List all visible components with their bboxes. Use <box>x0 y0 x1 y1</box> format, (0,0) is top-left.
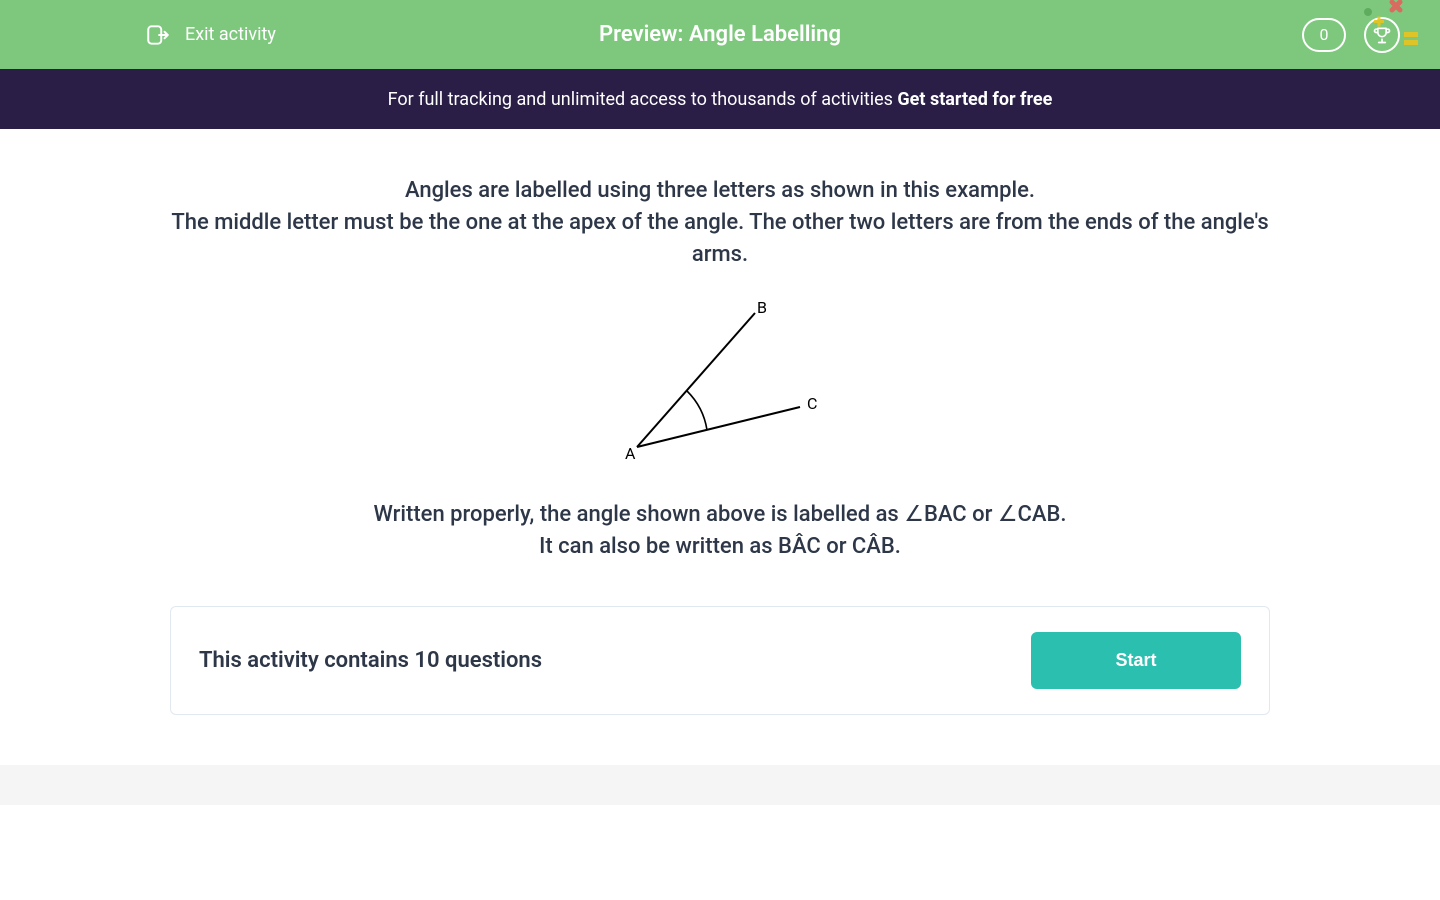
vertex-c-label: C <box>807 394 817 413</box>
vertex-a-label: A <box>625 444 636 463</box>
page-title: Preview: Angle Labelling <box>599 22 841 47</box>
intro-text: Angles are labelled using three letters … <box>170 175 1270 271</box>
exit-activity-button[interactable]: Exit activity <box>145 22 276 48</box>
promo-banner[interactable]: For full tracking and unlimited access t… <box>0 69 1440 129</box>
start-card: This activity contains 10 questions Star… <box>170 606 1270 715</box>
exit-activity-label: Exit activity <box>185 24 276 45</box>
footer-spacer <box>0 765 1440 805</box>
vertex-b-label: B <box>757 299 767 317</box>
explanation-text: Written properly, the angle shown above … <box>170 499 1270 563</box>
intro-line-1: Angles are labelled using three letters … <box>170 175 1270 207</box>
main-content: Angles are labelled using three letters … <box>170 129 1270 715</box>
question-count-label: This activity contains 10 questions <box>199 648 542 673</box>
intro-line-2: The middle letter must be the one at the… <box>170 207 1270 271</box>
promo-banner-text: For full tracking and unlimited access t… <box>388 89 893 110</box>
exit-icon <box>145 22 171 48</box>
score-badge: 0 <box>1302 18 1346 52</box>
angle-figure: A B C <box>170 299 1270 469</box>
angle-diagram: A B C <box>615 299 825 469</box>
decorative-shapes-icon <box>1360 0 1430 55</box>
explain-line-1: Written properly, the angle shown above … <box>170 499 1270 531</box>
header-bar: Exit activity Preview: Angle Labelling 0 <box>0 0 1440 69</box>
promo-banner-cta: Get started for free <box>897 89 1052 110</box>
start-button[interactable]: Start <box>1031 632 1241 689</box>
explain-line-2: It can also be written as BÂC or CÂB. <box>170 531 1270 563</box>
